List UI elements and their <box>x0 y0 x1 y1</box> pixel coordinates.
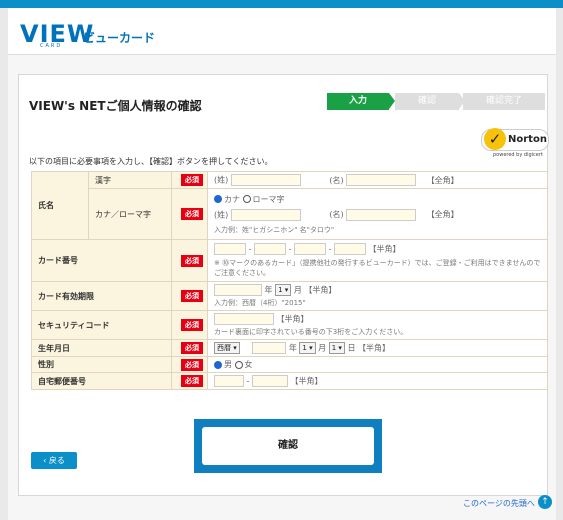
postal-code-label: 自宅郵便番号 <box>31 372 172 390</box>
site-header: VIEW CARD ビューカード <box>8 8 556 55</box>
instruction-text: 以下の項目に必要事項を入力し、【確認】ボタンを押してください。 <box>29 157 273 166</box>
norton-sub: powered by digicert <box>493 152 543 158</box>
expiry-label: カード有効期限 <box>31 281 172 311</box>
kana-radio[interactable] <box>214 195 222 203</box>
page: VIEW CARD ビューカード VIEW's NETご個人情報の確認 入力 確… <box>8 8 556 520</box>
name-label: 氏名 <box>31 171 89 240</box>
chevron-left-icon: ‹ <box>43 456 47 465</box>
mei-label: (名) <box>329 175 344 185</box>
confirm-button-frame: 確認 <box>194 419 382 473</box>
birthdate-label: 生年月日 <box>31 339 172 357</box>
norton-name: Norton <box>508 134 547 145</box>
required-badge: 必須 <box>181 358 203 371</box>
step-input: 入力 <box>327 93 395 110</box>
main-panel: VIEW's NETご個人情報の確認 入力 確認 確認完了 ✓ Norton p… <box>18 74 549 496</box>
required-badge: 必須 <box>181 375 203 387</box>
card-number-label: カード番号 <box>31 239 172 282</box>
birth-month-select[interactable]: 1 ▾ <box>299 342 316 354</box>
birth-day-value: 1 <box>331 344 337 352</box>
required-badge: 必須 <box>181 174 203 186</box>
birth-month-value: 1 <box>302 344 307 352</box>
required-badge: 必須 <box>181 342 203 354</box>
security-code-input[interactable] <box>214 313 274 325</box>
year-label: 年 <box>288 343 297 353</box>
kana-sei-input[interactable] <box>230 208 301 221</box>
view-logo-sub: CARD <box>40 43 63 49</box>
zenkaku-note: 【全角】 <box>426 210 459 219</box>
kanji-label: 漢字 <box>88 171 172 189</box>
card-number-input-1[interactable] <box>214 243 246 255</box>
hankaku-note: 【半角】 <box>368 244 401 254</box>
birth-year-input[interactable] <box>252 342 287 354</box>
female-radio[interactable] <box>234 360 243 369</box>
top-accent-bar <box>0 0 563 8</box>
male-label: 男 <box>224 360 232 369</box>
dash: - <box>246 376 250 386</box>
confirm-button[interactable]: 確認 <box>202 427 374 465</box>
mei-label: (名) <box>329 210 344 219</box>
era-value: 西暦 <box>217 344 231 352</box>
expiry-month-value: 1 <box>278 286 283 294</box>
required-badge: 必須 <box>181 208 203 220</box>
hankaku-note: 【半角】 <box>358 343 391 353</box>
postal-code-input-2[interactable] <box>251 375 288 387</box>
required-badge: 必須 <box>181 254 203 267</box>
card-note: ※ ⓾マークのあるカード」（提携他社の発行するビューカード）では、ご登録・ご利用… <box>214 259 541 277</box>
expiry-month-select[interactable]: 1 ▾ <box>275 284 292 296</box>
sei-label: (姓) <box>214 210 229 219</box>
roman-radio[interactable] <box>242 195 251 203</box>
hankaku-note: 【半角】 <box>290 376 323 386</box>
postal-code-input-1[interactable] <box>214 375 244 387</box>
name-example: 入力例：姓"ヒガシニホン" 名"タロウ" <box>214 225 335 234</box>
kanji-mei-input[interactable] <box>346 174 417 186</box>
security-code-label: セキュリティコード <box>31 310 172 340</box>
kana-label: カナ／ローマ字 <box>88 188 172 240</box>
hankaku-note: 【半角】 <box>304 285 337 295</box>
birth-day-select[interactable]: 1 ▾ <box>328 342 345 354</box>
month-label: 月 <box>293 285 302 295</box>
security-note: カード裏面に印字されている番号の下3桁をご入力ください。 <box>214 328 408 336</box>
roman-option-label: ローマ字 <box>252 194 285 204</box>
page-title: VIEW's NETご個人情報の確認 <box>29 99 202 113</box>
kana-option-label: カナ <box>224 194 240 204</box>
norton-badge: ✓ Norton <box>481 128 549 151</box>
required-badge: 必須 <box>181 319 203 331</box>
check-icon: ✓ <box>484 128 506 150</box>
back-button-label: 戻る <box>48 456 65 465</box>
kana-mei-input[interactable] <box>346 208 417 221</box>
personal-info-form: 氏名 漢字 必須 (姓) (名) 【全角】 カナ／ローマ字 必須 カナ ローマ字 <box>31 171 548 390</box>
zenkaku-note: 【全角】 <box>426 175 459 185</box>
arrow-up-icon[interactable]: ↑ <box>538 495 552 509</box>
sei-label: (姓) <box>214 175 229 185</box>
gender-label: 性別 <box>31 356 172 373</box>
required-badge: 必須 <box>181 290 203 302</box>
view-logo-jp: ビューカード <box>83 31 156 45</box>
card-number-input-2[interactable] <box>253 243 286 255</box>
back-button[interactable]: ‹ 戻る <box>31 452 77 469</box>
norton-seal[interactable]: ✓ Norton powered by digicert <box>481 125 549 159</box>
era-select[interactable]: 西暦 ▾ <box>214 342 240 354</box>
expiry-year-input[interactable] <box>214 284 262 296</box>
expiry-example: 入力例：西暦（4桁）"2015" <box>214 299 306 307</box>
year-label: 年 <box>264 285 273 295</box>
kanji-sei-input[interactable] <box>230 174 301 186</box>
card-number-input-4[interactable] <box>333 243 366 255</box>
card-number-input-3[interactable] <box>293 243 326 255</box>
step-complete: 確認完了 <box>463 93 545 110</box>
male-radio[interactable] <box>214 360 222 369</box>
to-top-link[interactable]: このページの先頭へ <box>463 498 535 509</box>
hankaku-note: 【半角】 <box>276 314 309 324</box>
step-confirm: 確認 <box>395 93 465 110</box>
day-label: 日 <box>347 343 356 353</box>
month-label: 月 <box>318 343 327 353</box>
female-label: 女 <box>244 360 253 369</box>
dash: - <box>288 244 292 254</box>
dash: - <box>328 244 332 254</box>
dash: - <box>248 244 252 254</box>
